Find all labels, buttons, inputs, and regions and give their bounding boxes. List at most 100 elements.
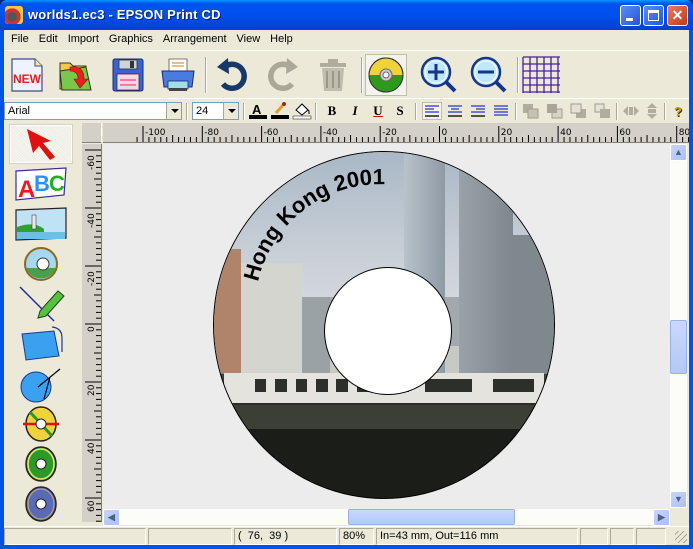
circle-tool[interactable] <box>10 365 72 403</box>
bring-to-front-icon <box>523 104 539 119</box>
grid-icon <box>522 56 560 93</box>
background-image-tool[interactable] <box>10 245 72 283</box>
bring-forward-button[interactable] <box>569 102 589 120</box>
cd-disc-icon <box>368 57 404 93</box>
title-bar[interactable]: worlds1.ec3 - EPSON Print CD ✕ <box>0 0 693 30</box>
scroll-down-button[interactable]: ▼ <box>670 491 687 508</box>
disc-title-path: Hong Kong 2001 <box>239 164 385 283</box>
send-to-back-button[interactable] <box>545 102 565 120</box>
cd-label-disc[interactable]: Hong Kong 2001 <box>213 151 555 499</box>
epson-print-cd-app-icon[interactable] <box>5 6 23 24</box>
zoom-in-icon <box>420 56 457 93</box>
scroll-up-button[interactable]: ▲ <box>670 144 687 161</box>
toolbar-separator <box>361 57 363 93</box>
send-backward-button[interactable] <box>593 102 613 120</box>
horizontal-scroll-thumb[interactable] <box>348 509 515 525</box>
undo-button[interactable] <box>211 54 253 96</box>
scroll-right-button[interactable]: ▶ <box>653 509 670 526</box>
minimize-button[interactable] <box>620 5 641 26</box>
grid-button[interactable] <box>521 54 563 96</box>
vertical-scrollbar[interactable]: ▲ ▼ <box>670 144 687 508</box>
printer-icon <box>161 58 195 91</box>
ruler-label: 0 <box>442 128 448 138</box>
ruler-label: -40 <box>87 213 97 228</box>
vertical-scroll-thumb[interactable] <box>670 320 687 374</box>
cd-view-button[interactable] <box>365 54 407 96</box>
bring-forward-icon <box>570 103 586 118</box>
bring-to-front-button[interactable] <box>521 102 541 120</box>
flip-vertical-button[interactable] <box>642 102 662 120</box>
select-tool[interactable] <box>9 124 73 164</box>
vertical-ruler: -60 -40 -20 0 20 40 60 <box>82 144 102 522</box>
design-canvas[interactable]: Hong Kong 2001 <box>103 144 670 508</box>
cd-color-tool[interactable] <box>10 445 72 483</box>
client-area: File Edit Import Graphics Arrangement Vi… <box>4 30 689 545</box>
font-family-select[interactable]: Arial <box>4 102 182 120</box>
cursor-coordinates: ( 76, 39 ) <box>234 528 337 545</box>
italic-button[interactable]: I <box>345 102 365 120</box>
help-button[interactable]: ? <box>668 102 688 120</box>
text-tool[interactable]: A B C <box>10 165 72 203</box>
scroll-left-button[interactable]: ◀ <box>103 509 120 526</box>
line-tool[interactable] <box>10 285 72 323</box>
chevron-down-icon[interactable] <box>223 103 238 119</box>
zoom-out-button[interactable] <box>468 54 510 96</box>
toolbar-separator <box>243 103 245 120</box>
new-button[interactable]: NEW <box>6 54 48 96</box>
align-center-icon <box>448 105 462 117</box>
save-button[interactable] <box>107 54 149 96</box>
align-left-button[interactable] <box>422 102 442 120</box>
chevron-down-icon[interactable] <box>166 103 181 119</box>
redo-button[interactable] <box>262 54 304 96</box>
new-document-icon: NEW <box>11 58 43 92</box>
line-color-button[interactable] <box>270 102 290 120</box>
zoom-in-button[interactable] <box>418 54 460 96</box>
main-toolbar: NEW <box>4 50 689 98</box>
zoom-level: 80% <box>339 528 374 545</box>
horizontal-scrollbar[interactable]: ◀ ▶ <box>103 508 670 526</box>
menu-arrangement[interactable]: Arrangement <box>158 30 232 49</box>
menu-graphics[interactable]: Graphics <box>104 30 158 49</box>
open-button[interactable] <box>54 54 96 96</box>
status-cell <box>636 528 666 545</box>
align-right-icon <box>471 105 485 117</box>
trash-can-icon <box>320 59 346 91</box>
align-center-button[interactable] <box>445 102 465 120</box>
underline-button[interactable]: U <box>368 102 388 120</box>
maximize-button[interactable] <box>643 5 664 26</box>
align-right-button[interactable] <box>468 102 488 120</box>
toolbar-separator <box>186 103 188 120</box>
menu-help[interactable]: Help <box>265 30 298 49</box>
menu-file[interactable]: File <box>6 30 34 49</box>
align-left-icon <box>425 105 439 117</box>
delete-button[interactable] <box>312 54 354 96</box>
cd-size-tool[interactable] <box>10 405 72 443</box>
print-button[interactable] <box>157 54 199 96</box>
send-to-back-icon <box>547 104 563 119</box>
ruler-label: 40 <box>560 128 572 138</box>
align-justify-button[interactable] <box>491 102 511 120</box>
scrollbar-corner <box>670 508 689 525</box>
rectangle-icon <box>21 326 63 361</box>
font-size-select[interactable]: 24 <box>192 102 239 120</box>
toolbar-separator <box>664 103 666 120</box>
close-icon: ✕ <box>671 7 684 23</box>
rectangle-tool[interactable] <box>10 325 72 363</box>
flip-horizontal-button[interactable] <box>621 102 641 120</box>
menu-view[interactable]: View <box>232 30 266 49</box>
bold-button[interactable]: B <box>322 102 342 120</box>
menu-edit[interactable]: Edit <box>34 30 63 49</box>
close-button[interactable]: ✕ <box>667 5 688 26</box>
shadow-button[interactable]: S <box>390 102 410 120</box>
cd-blue-tool[interactable] <box>10 485 72 523</box>
disc-diameter-info: In=43 mm, Out=116 mm <box>376 528 578 545</box>
resize-grip[interactable] <box>675 531 687 543</box>
disc-title-text[interactable]: Hong Kong 2001 <box>239 164 385 283</box>
toolbar-separator <box>515 103 517 120</box>
text-color-button[interactable]: A <box>248 102 268 120</box>
minimize-icon <box>626 18 633 21</box>
fill-color-button[interactable] <box>292 102 312 120</box>
ruler-label: -100 <box>145 128 166 138</box>
menu-import[interactable]: Import <box>63 30 104 49</box>
image-tool[interactable] <box>10 205 72 243</box>
